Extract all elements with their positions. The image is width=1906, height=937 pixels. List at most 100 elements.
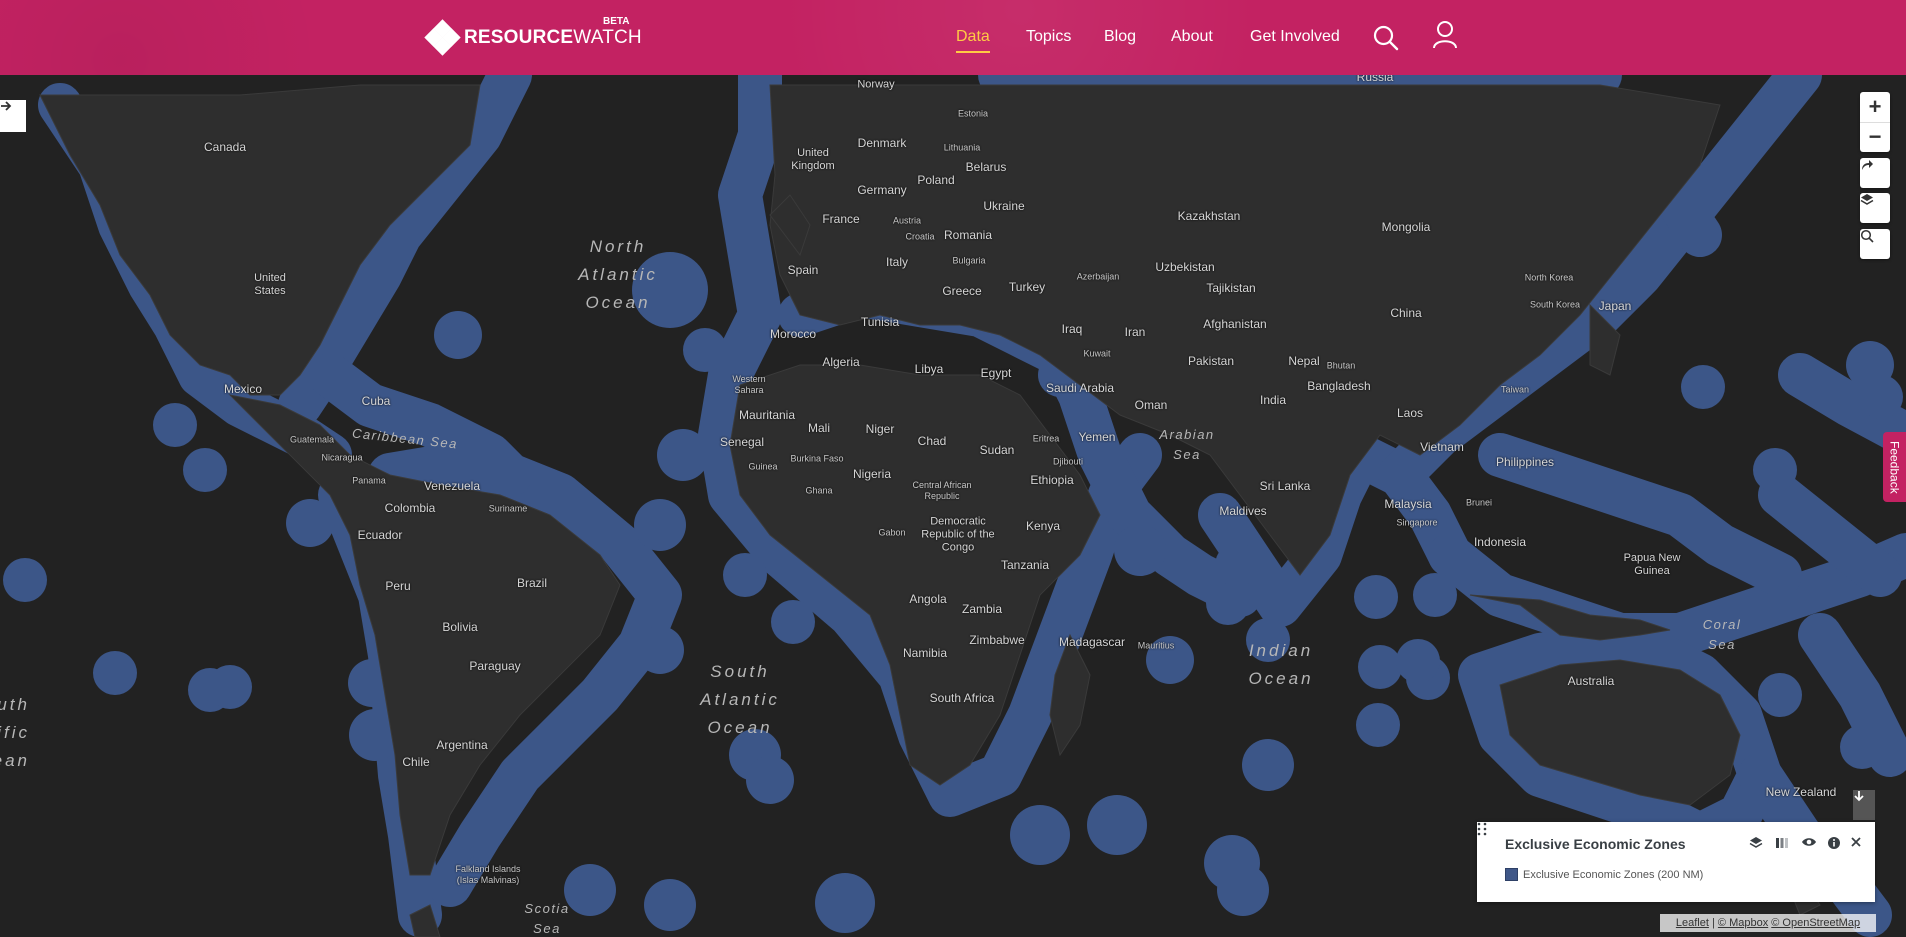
- label-mongolia: Mongolia: [1381, 220, 1431, 234]
- legend-visibility-button[interactable]: [1801, 836, 1819, 854]
- label-senegal: Senegal: [719, 435, 765, 449]
- label-united-kingdom: United Kingdom: [791, 147, 835, 172]
- map-attribution: Leaflet | © Mapbox © OpenStreetMap: [1660, 914, 1876, 932]
- leaflet-link[interactable]: Leaflet: [1676, 917, 1709, 929]
- label-argentina: Argentina: [436, 738, 488, 752]
- label-brunei: Brunei: [1465, 497, 1493, 508]
- label-belarus: Belarus: [965, 160, 1007, 174]
- label-denmark: Denmark: [857, 136, 907, 150]
- nav-data[interactable]: Data: [956, 28, 990, 53]
- basemap-button[interactable]: [1860, 193, 1890, 223]
- map-basemap: [3, 75, 1906, 937]
- label-ghana: Ghana: [805, 485, 833, 496]
- zoom-out-button[interactable]: −: [1860, 123, 1890, 153]
- legend-layers-button[interactable]: [1749, 836, 1767, 854]
- label-india: India: [1259, 393, 1287, 407]
- site-header: RESOURCEWATCH BETA Data Topics Blog Abou…: [0, 0, 1906, 75]
- search-map-button[interactable]: [1860, 229, 1890, 259]
- nav-topics[interactable]: Topics: [1026, 28, 1071, 46]
- legend-panel: Exclusive Economic Zones Exclusive Econo…: [1477, 822, 1875, 902]
- label-taiwan: Taiwan: [1500, 384, 1530, 395]
- label-kazakhstan: Kazakhstan: [1177, 209, 1241, 223]
- label-bangladesh: Bangladesh: [1307, 379, 1371, 393]
- label-colombia: Colombia: [384, 501, 436, 515]
- label-zimbabwe: Zimbabwe: [969, 633, 1025, 647]
- label-angola: Angola: [909, 592, 947, 606]
- share-button[interactable]: [1860, 158, 1890, 188]
- label-poland: Poland: [917, 173, 955, 187]
- label-nicaragua: Nicaragua: [321, 452, 363, 463]
- label-niger: Niger: [865, 422, 895, 436]
- nav-blog[interactable]: Blog: [1104, 28, 1136, 46]
- label-france: France: [822, 212, 860, 226]
- label-chad: Chad: [917, 434, 947, 448]
- user-icon[interactable]: [1431, 20, 1459, 49]
- map-canvas[interactable]: Russia Norway Estonia Canada United King…: [0, 75, 1906, 937]
- label-bulgaria: Bulgaria: [952, 255, 986, 266]
- label-gabon: Gabon: [878, 527, 906, 538]
- opacity-icon: [1776, 838, 1788, 848]
- legend-remove-button[interactable]: [1850, 836, 1868, 854]
- nav-about[interactable]: About: [1171, 28, 1213, 46]
- mapbox-link[interactable]: © Mapbox: [1718, 917, 1768, 929]
- label-malaysia: Malaysia: [1384, 497, 1432, 511]
- label-zambia: Zambia: [961, 602, 1003, 616]
- label-ethiopia: Ethiopia: [1030, 473, 1074, 487]
- label-pakistan: Pakistan: [1187, 354, 1235, 368]
- zoom-control: + −: [1860, 92, 1890, 152]
- label-algeria: Algeria: [822, 355, 860, 369]
- label-madagascar: Madagascar: [1058, 635, 1126, 649]
- label-mali: Mali: [807, 421, 831, 435]
- label-sri-lanka: Sri Lanka: [1259, 479, 1311, 493]
- feedback-tab[interactable]: Feedback: [1883, 432, 1906, 502]
- label-afghanistan: Afghanistan: [1203, 317, 1267, 331]
- label-new-zealand: New Zealand: [1765, 785, 1837, 799]
- legend-item-label: Exclusive Economic Zones (200 NM): [1523, 868, 1704, 881]
- share-icon: [1862, 160, 1873, 170]
- label-saudi-arabia: Saudi Arabia: [1045, 381, 1115, 395]
- label-norway: Norway: [857, 78, 895, 91]
- label-bhutan: Bhutan: [1326, 360, 1356, 371]
- label-united-states: United States: [254, 272, 286, 297]
- legend-item: Exclusive Economic Zones (200 NM): [1505, 868, 1703, 881]
- label-ukraine: Ukraine: [983, 199, 1025, 213]
- label-south-africa: South Africa: [929, 691, 995, 705]
- label-russia: Russia: [1356, 75, 1394, 84]
- info-icon: [1828, 837, 1840, 849]
- label-vietnam: Vietnam: [1420, 440, 1464, 454]
- label-austria: Austria: [892, 215, 922, 226]
- nav-get-involved[interactable]: Get Involved: [1250, 28, 1340, 46]
- label-greece: Greece: [942, 284, 982, 298]
- label-china: China: [1390, 306, 1422, 320]
- label-eritrea: Eritrea: [1032, 433, 1060, 444]
- label-scotia-sea: Scotia Sea: [524, 901, 570, 936]
- sidebar-toggle-button[interactable]: [0, 100, 26, 132]
- label-nigeria: Nigeria: [852, 467, 892, 481]
- legend-info-button[interactable]: [1827, 836, 1845, 854]
- label-guinea: Guinea: [748, 461, 778, 472]
- legend-collapse-button[interactable]: [1853, 790, 1875, 820]
- label-guatemala: Guatemala: [289, 434, 335, 445]
- label-sudan: Sudan: [979, 443, 1015, 457]
- label-coral-sea: Coral Sea: [1702, 617, 1742, 652]
- drag-handle-icon[interactable]: [1477, 822, 1487, 836]
- zoom-in-button[interactable]: +: [1860, 92, 1890, 123]
- search-icon[interactable]: [1372, 24, 1400, 52]
- label-japan: Japan: [1598, 299, 1632, 313]
- osm-link[interactable]: © OpenStreetMap: [1771, 917, 1860, 929]
- label-iran: Iran: [1124, 325, 1146, 339]
- label-ecuador: Ecuador: [357, 528, 403, 542]
- layers-icon: [1749, 837, 1763, 848]
- label-bolivia: Bolivia: [442, 620, 478, 634]
- label-brazil: Brazil: [516, 576, 548, 590]
- label-tunisia: Tunisia: [860, 315, 900, 329]
- label-chile: Chile: [402, 755, 430, 769]
- label-australia: Australia: [1567, 674, 1615, 688]
- label-cuba: Cuba: [361, 394, 391, 408]
- label-kuwait: Kuwait: [1083, 348, 1111, 359]
- label-south-korea: South Korea: [1529, 299, 1581, 310]
- label-north-atlantic-ocean: North Atlantic Ocean: [578, 237, 658, 312]
- beta-badge: BETA: [603, 16, 630, 27]
- legend-opacity-button[interactable]: [1775, 836, 1793, 854]
- label-iraq: Iraq: [1061, 322, 1083, 336]
